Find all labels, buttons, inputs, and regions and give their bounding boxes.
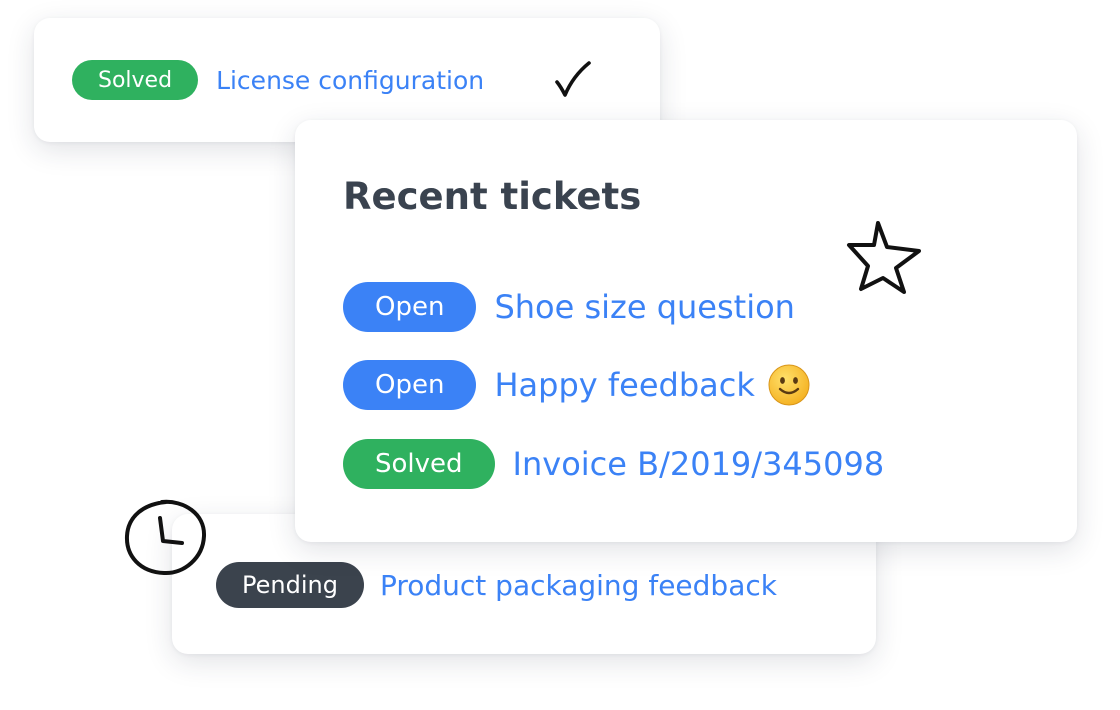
card-title: Recent tickets	[343, 175, 642, 218]
status-badge-open: Open	[343, 282, 477, 332]
checkmark-icon	[555, 61, 591, 97]
status-badge-open: Open	[343, 360, 477, 410]
recent-tickets-card: Recent tickets Open Shoe size question O…	[295, 120, 1077, 542]
clock-doodle-icon	[124, 499, 207, 576]
ticket-row[interactable]: Open Shoe size question	[343, 282, 795, 332]
ticket-link[interactable]: Product packaging feedback	[380, 569, 777, 602]
status-badge-pending: Pending	[216, 562, 364, 608]
ticket-link[interactable]: Happy feedback	[494, 366, 754, 404]
ticket-row[interactable]: Solved Invoice B/2019/345098	[343, 439, 884, 489]
ticket-row[interactable]: Open Happy feedback	[343, 360, 811, 410]
star-doodle-icon	[847, 221, 921, 294]
status-badge-solved: Solved	[343, 439, 495, 489]
status-badge-solved: Solved	[72, 60, 199, 100]
ticket-link[interactable]: Invoice B/2019/345098	[513, 445, 885, 483]
ticket-row[interactable]: Solved License configuration	[72, 60, 484, 100]
ticket-row[interactable]: Pending Product packaging feedback	[216, 562, 777, 608]
ticket-link[interactable]: Shoe size question	[494, 288, 795, 326]
ticket-link[interactable]: License configuration	[216, 66, 484, 95]
slightly-smiling-face-icon	[768, 364, 810, 406]
